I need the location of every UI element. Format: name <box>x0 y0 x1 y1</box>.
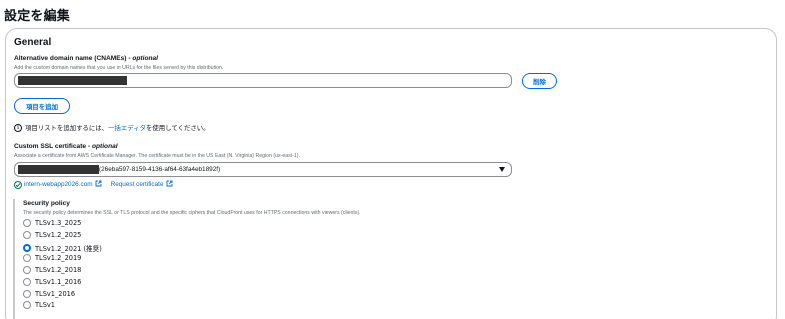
bulk-editor-info: i 項目リストを追加するには、 一括エディタ を使用してください。 <box>14 123 210 132</box>
external-link-icon <box>166 180 173 189</box>
check-circle-icon <box>14 180 22 189</box>
cname-label: Alternative domain name (CNAMEs) - optio… <box>14 55 158 62</box>
radio-label: TLSv1.2_2025 <box>35 231 82 239</box>
info-suffix: を使用してください。 <box>145 124 210 132</box>
ssl-optional: optional <box>91 143 118 150</box>
radio-option-tlsv1[interactable]: TLSv1 <box>23 301 55 309</box>
caret-down-icon <box>499 167 505 172</box>
ssl-description: Associate a certificate from AWS Certifi… <box>14 153 300 159</box>
radio-button[interactable] <box>23 290 31 298</box>
radio-button-selected[interactable] <box>23 244 31 252</box>
redacted-value <box>18 165 99 174</box>
cname-label-text: Alternative domain name (CNAMEs) <box>14 55 127 62</box>
page-title: 設定を編集 <box>4 8 71 23</box>
security-policy-label: Security policy <box>23 200 70 207</box>
info-prefix: 項目リストを追加するには、 <box>25 124 109 132</box>
radio-label: TLSv1.2_2021 (推奨) <box>35 245 102 253</box>
radio-option-tlsv1-2-2021[interactable]: TLSv1.2_2021 (推奨) <box>23 243 102 253</box>
radio-option-tlsv1-2-2025[interactable]: TLSv1.2_2025 <box>23 231 81 239</box>
certificate-domain-link[interactable]: intern-webapp2026.com <box>24 181 93 188</box>
radio-button[interactable] <box>23 301 31 309</box>
bulk-editor-link[interactable]: 一括エディタ <box>108 123 146 132</box>
security-policy-section <box>13 199 773 319</box>
radio-button[interactable] <box>23 254 31 262</box>
radio-option-tlsv1-2016[interactable]: TLSv1_2016 <box>23 290 75 298</box>
security-policy-description: The security policy determines the SSL o… <box>23 210 361 216</box>
cname-description: Add the custom domain names that you use… <box>14 65 224 71</box>
radio-label: TLSv1_2016 <box>35 290 76 298</box>
request-certificate-link[interactable]: Request certificate <box>111 181 164 188</box>
external-link-icon <box>95 180 102 189</box>
radio-label: TLSv1.2_2019 <box>35 254 82 262</box>
ssl-label-text: Custom SSL certificate <box>14 143 87 150</box>
ssl-label: Custom SSL certificate - optional <box>14 143 118 150</box>
radio-button[interactable] <box>23 278 31 286</box>
radio-option-tlsv1-2-2018[interactable]: TLSv1.2_2018 <box>23 266 81 274</box>
radio-option-tlsv1-2-2019[interactable]: TLSv1.2_2019 <box>23 254 81 262</box>
radio-label: TLSv1 <box>35 301 55 309</box>
add-item-button[interactable]: 項目を追加 <box>14 98 70 114</box>
cname-input[interactable] <box>14 73 512 88</box>
radio-label: TLSv1.2_2018 <box>35 266 82 274</box>
radio-option-tlsv1-3-2025[interactable]: TLSv1.3_2025 <box>23 219 81 227</box>
radio-button[interactable] <box>23 266 31 274</box>
ssl-certificate-select[interactable]: (26eba597-8159-4136-af64-63fa4eb1892f) <box>14 162 512 177</box>
remove-button[interactable]: 削除 <box>522 73 557 89</box>
certificate-links: intern-webapp2026.com Request certificat… <box>14 180 182 189</box>
general-heading: General <box>14 37 52 48</box>
radio-button[interactable] <box>23 231 31 239</box>
certificate-id: (26eba597-8159-4136-af64-63fa4eb1892f) <box>99 166 221 173</box>
cname-optional: optional <box>132 55 158 62</box>
radio-label: TLSv1.1_2016 <box>35 278 82 286</box>
radio-option-tlsv1-1-2016[interactable]: TLSv1.1_2016 <box>23 278 81 286</box>
redacted-value <box>18 76 127 85</box>
radio-label: TLSv1.3_2025 <box>35 219 82 227</box>
info-icon: i <box>14 123 22 132</box>
radio-button[interactable] <box>23 219 31 227</box>
